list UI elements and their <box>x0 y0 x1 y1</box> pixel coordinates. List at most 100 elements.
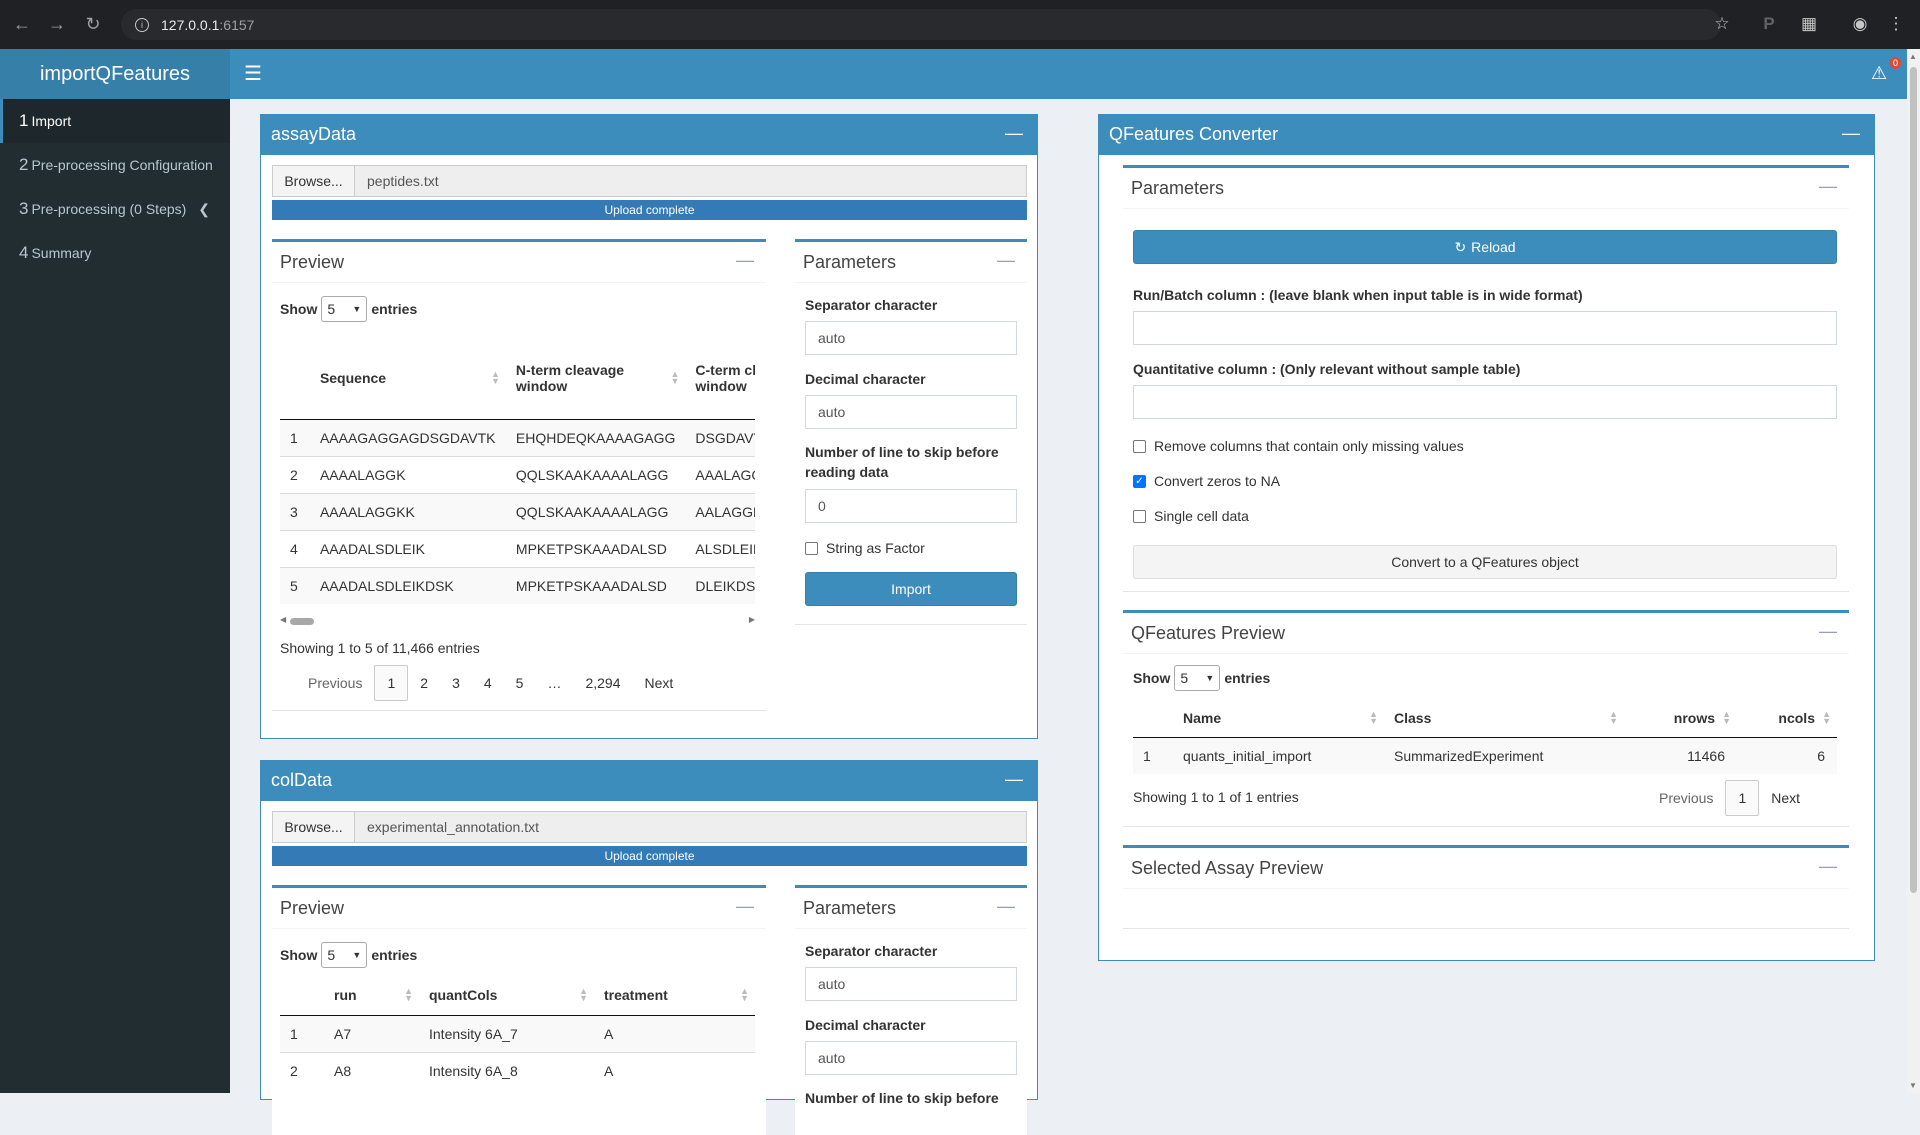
table-header-nterm[interactable]: N-term cleavage window ▲ ▼ <box>505 337 686 420</box>
table-header-sequence[interactable]: Sequence ▲ ▼ <box>309 337 506 420</box>
pagination-page[interactable]: 2,294 <box>573 665 632 701</box>
run-batch-input[interactable] <box>1133 311 1837 345</box>
table-header-cterm[interactable]: C-term cl window <box>685 337 755 420</box>
page-scrollbar[interactable]: ▲ ▼ <box>1907 49 1920 1093</box>
browse-button[interactable]: Browse... <box>273 812 355 842</box>
table-row[interactable]: 1 AAAAGAGGAGDSGDAVTK EHQHDEQKAAAAGAGG DSGDA… <box>280 418 755 456</box>
pagination-previous[interactable]: Previous <box>296 665 374 701</box>
table-header-nrows[interactable]: nrows ▲ ▼ <box>1624 699 1737 738</box>
collapse-icon[interactable]: — <box>997 250 1015 271</box>
pagination-next[interactable]: Next <box>633 665 686 701</box>
decimal-input[interactable]: auto <box>805 1041 1017 1075</box>
forward-icon[interactable]: → <box>43 10 71 38</box>
pagination-page[interactable]: 2 <box>408 665 440 701</box>
collapse-icon[interactable]: — <box>1842 123 1860 144</box>
sidebar-toggle-icon[interactable]: ☰ <box>244 63 266 85</box>
reload-button[interactable]: ↻ Reload <box>1133 230 1837 264</box>
notifications-warning-icon[interactable]: ⚠ 0 <box>1871 57 1901 85</box>
collapse-icon[interactable]: — <box>1005 123 1023 144</box>
collapse-icon[interactable]: — <box>1819 856 1837 877</box>
table-horizontal-scrollbar[interactable]: ◀ ▶ <box>280 614 755 628</box>
pagination-page[interactable]: 3 <box>440 665 472 701</box>
table-header-quantcols[interactable]: quantCols ▲ ▼ <box>419 976 594 1016</box>
show-label: Show <box>280 301 318 317</box>
table-row[interactable]: 1 A7 Intensity 6A_7 A <box>280 1014 755 1052</box>
remove-missing-checkbox[interactable]: Remove columns that contain only missing… <box>1133 438 1464 454</box>
browser-menu-icon[interactable]: ⋮ <box>1882 10 1910 38</box>
import-button[interactable]: Import <box>805 572 1017 606</box>
address-bar[interactable]: i 127.0.0.1:6157 <box>121 9 1721 40</box>
table-header-name[interactable]: Name ▲ ▼ <box>1173 699 1384 738</box>
coldata-file-input[interactable]: Browse... experimental_annotation.txt <box>272 811 1027 843</box>
quant-column-input[interactable] <box>1133 385 1837 419</box>
browse-button[interactable]: Browse... <box>273 166 355 196</box>
extensions-puzzle-icon[interactable]: ▦ <box>1795 10 1823 38</box>
decimal-input[interactable]: auto <box>805 395 1017 429</box>
checkbox[interactable] <box>805 541 818 555</box>
checkbox[interactable] <box>1133 509 1146 523</box>
table-row[interactable]: 2 A8 Intensity 6A_8 A <box>280 1051 755 1089</box>
pagination-previous[interactable]: Previous <box>1647 780 1725 816</box>
entries-label: entries <box>1224 670 1271 686</box>
entries-length-control: Show 5 ▼ entries <box>280 942 417 968</box>
back-icon[interactable]: ← <box>8 10 36 38</box>
browser-toolbar: ← → ↻ i 127.0.0.1:6157 ☆ P ▦ ◉ ⋮ <box>0 0 1920 49</box>
pagination-page[interactable]: 1 <box>374 665 409 701</box>
checkbox[interactable] <box>1133 439 1146 453</box>
sidebar-item-preprocessing[interactable]: 3 Pre-processing (0 Steps) ❮ <box>0 187 230 231</box>
scroll-up-icon[interactable]: ▲ <box>1909 52 1917 61</box>
pagination-page[interactable]: … <box>535 665 573 701</box>
scroll-right-icon[interactable]: ▶ <box>749 615 755 624</box>
table-header-class[interactable]: Class ▲ ▼ <box>1384 699 1624 738</box>
sidebar-item-preprocessing-config[interactable]: 2 Pre-processing Configuration <box>0 143 230 187</box>
pagination-page[interactable]: 5 <box>504 665 536 701</box>
single-cell-checkbox[interactable]: Single cell data <box>1133 508 1249 524</box>
entries-select[interactable]: 5 ▼ <box>321 942 368 968</box>
pagination-page[interactable]: 1 <box>1725 780 1760 816</box>
separator-input[interactable]: auto <box>805 967 1017 1001</box>
sidebar-item-summary[interactable]: 4 Summary <box>0 231 230 275</box>
profile-icon[interactable]: ◉ <box>1846 10 1874 38</box>
zeros-to-na-checkbox[interactable]: ✓ Convert zeros to NA <box>1133 473 1280 489</box>
reload-label: Reload <box>1471 239 1516 255</box>
collapse-icon[interactable]: — <box>736 250 754 271</box>
site-info-icon[interactable]: i <box>135 17 149 32</box>
table-row[interactable]: 4AAADALSDLEIKMPKETPSKAAADALSDALSDLEIK <box>280 529 755 567</box>
table-cell: 6 <box>1737 736 1837 774</box>
pagination-page[interactable]: 4 <box>472 665 504 701</box>
table-row[interactable]: 5AAADALSDLEIKDSKMPKETPSKAAADALSDDLEIKDSK <box>280 566 755 604</box>
table-header-treatment[interactable]: treatment ▲ ▼ <box>594 976 755 1016</box>
preview-header: QFeatures Preview — <box>1123 613 1849 654</box>
separator-input[interactable]: auto <box>805 321 1017 355</box>
scroll-left-icon[interactable]: ◀ <box>280 615 286 624</box>
string-as-factor-checkbox[interactable]: String as Factor <box>805 540 925 556</box>
entries-select[interactable]: 5 ▼ <box>321 296 368 322</box>
table-row[interactable]: 3AAAALAGGKKQQLSKAAKAAAALAGGAALAGGK <box>280 492 755 530</box>
convert-button[interactable]: Convert to a QFeatures object <box>1133 545 1837 579</box>
table-header-run[interactable]: run ▲ ▼ <box>324 976 419 1016</box>
scrollbar-thumb[interactable] <box>1910 67 1917 893</box>
sidebar-item-import[interactable]: 1 Import <box>0 99 230 143</box>
pagination-next[interactable]: Next <box>1759 780 1812 816</box>
entries-label: entries <box>371 947 418 963</box>
header-label: Sequence <box>319 369 387 386</box>
app-logo[interactable]: importQFeatures <box>0 49 230 99</box>
scrollbar-thumb[interactable] <box>290 618 314 625</box>
table-row[interactable]: 2AAAALAGGKQQLSKAAKAAAALAGGAAALAGG <box>280 455 755 493</box>
collapse-icon[interactable]: — <box>736 896 754 917</box>
assay-file-input[interactable]: Browse... peptides.txt <box>272 165 1027 197</box>
collapse-icon[interactable]: — <box>997 896 1015 917</box>
reload-icon[interactable]: ↻ <box>79 10 107 38</box>
checkbox-checked[interactable]: ✓ <box>1133 474 1146 488</box>
entries-select[interactable]: 5 ▼ <box>1174 665 1221 691</box>
bookmark-star-icon[interactable]: ☆ <box>1708 10 1736 38</box>
collapse-icon[interactable]: — <box>1819 176 1837 197</box>
table-row[interactable]: 1 quants_initial_import SummarizedExperime… <box>1133 736 1837 774</box>
scroll-down-icon[interactable]: ▼ <box>1909 1081 1917 1090</box>
table-cell: A8 <box>324 1051 419 1089</box>
collapse-icon[interactable]: — <box>1005 769 1023 790</box>
table-header-ncols[interactable]: ncols ▲ ▼ <box>1737 699 1837 738</box>
extension-p-icon[interactable]: P <box>1755 10 1783 38</box>
skip-lines-input[interactable]: 0 <box>805 489 1017 523</box>
collapse-icon[interactable]: — <box>1819 621 1837 642</box>
